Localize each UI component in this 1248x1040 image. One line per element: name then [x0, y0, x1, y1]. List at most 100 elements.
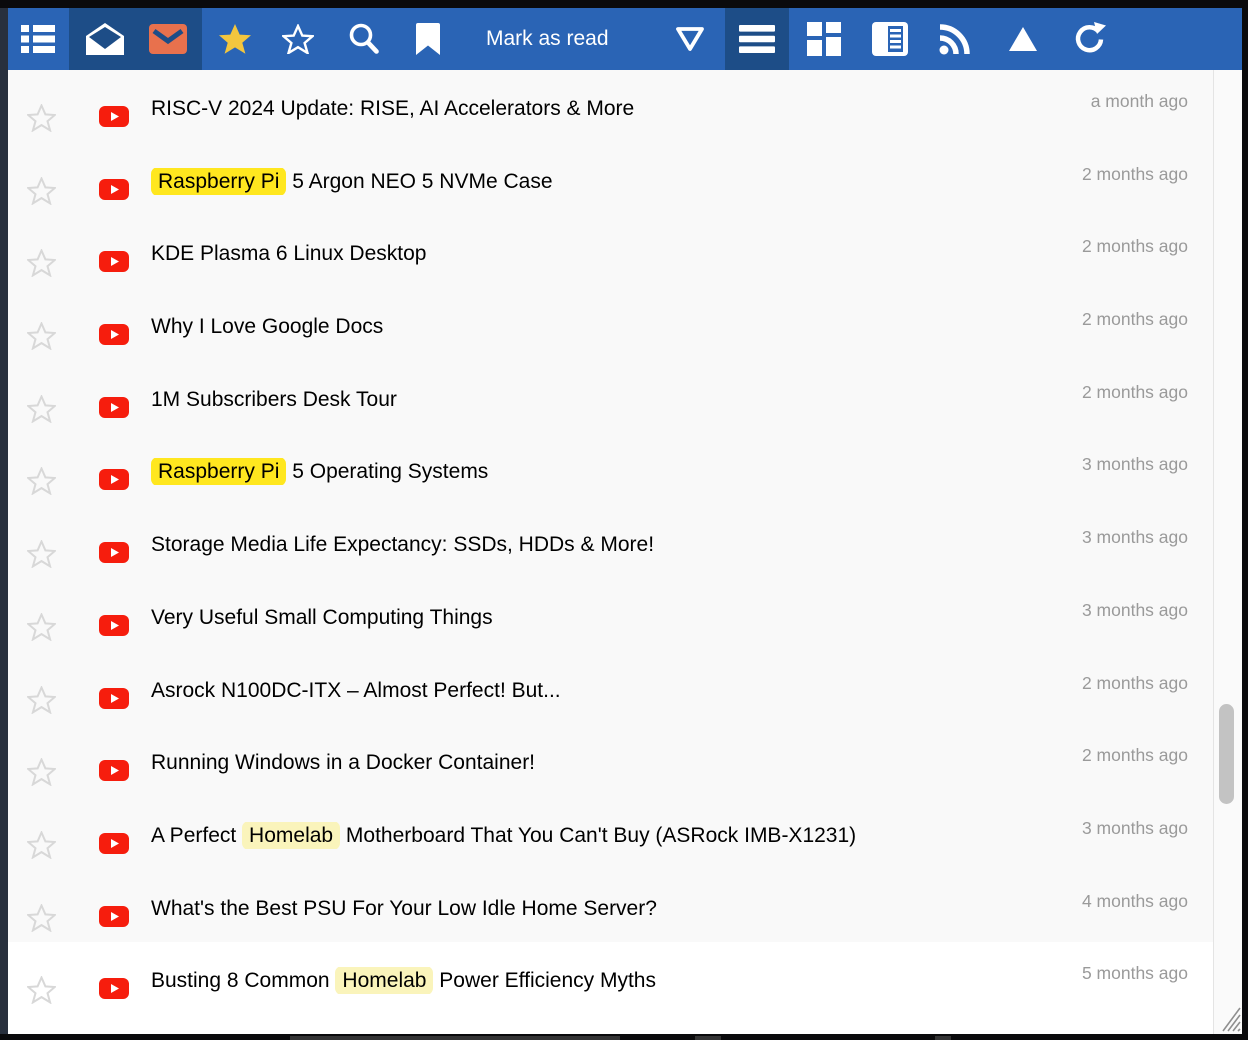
youtube-icon	[99, 615, 129, 636]
article-title: Running Windows in a Docker Container!	[151, 749, 535, 776]
row-star-icon[interactable]	[27, 104, 56, 132]
unread-list-button[interactable]	[18, 19, 58, 59]
menu-button[interactable]	[737, 19, 777, 59]
search-icon	[347, 22, 381, 56]
article-row[interactable]: Raspberry Pi 5 Operating Systems 3 month…	[8, 433, 1213, 506]
open-envelope-button[interactable]	[85, 19, 125, 59]
scrollbar-track[interactable]	[1213, 70, 1242, 1034]
youtube-icon	[99, 469, 129, 490]
row-star-icon[interactable]	[27, 976, 56, 1004]
filter-triangle-icon	[675, 26, 705, 53]
row-star-icon[interactable]	[27, 540, 56, 568]
article-time: 3 months ago	[1082, 600, 1188, 621]
youtube-icon	[99, 688, 129, 709]
scroll-up-button[interactable]	[1003, 19, 1043, 59]
article-time: 2 months ago	[1082, 382, 1188, 403]
article-row[interactable]: Raspberry Pi 5 Argon NEO 5 NVMe Case 2 m…	[8, 143, 1213, 216]
resize-grip[interactable]	[1216, 1002, 1242, 1032]
mark-as-read-button[interactable]: Mark as read	[486, 8, 609, 70]
article-time: 4 months ago	[1082, 891, 1188, 912]
article-title: Raspberry Pi 5 Operating Systems	[151, 458, 488, 485]
search-button[interactable]	[344, 19, 384, 59]
article-row[interactable]: KDE Plasma 6 Linux Desktop 2 months ago	[8, 215, 1213, 288]
star-toggle-button[interactable]	[278, 19, 318, 59]
article-title: 1M Subscribers Desk Tour	[151, 386, 397, 413]
row-star-icon[interactable]	[27, 249, 56, 277]
youtube-icon	[99, 106, 129, 127]
article-pane-icon	[872, 22, 908, 56]
article-row[interactable]: Why I Love Google Docs 2 months ago	[8, 288, 1213, 361]
youtube-icon	[99, 179, 129, 200]
article-time: a month ago	[1091, 91, 1188, 112]
article-row[interactable]: Running Windows in a Docker Container! 2…	[8, 724, 1213, 797]
layout-button[interactable]	[804, 19, 844, 59]
toolbar: Mark as read	[8, 8, 1242, 70]
window-border-bottom	[0, 1034, 1248, 1040]
row-star-icon[interactable]	[27, 613, 56, 641]
article-row[interactable]: What's the Best PSU For Your Low Idle Ho…	[8, 870, 1213, 943]
article-title: What's the Best PSU For Your Low Idle Ho…	[151, 895, 657, 922]
article-title: Asrock N100DC-ITX – Almost Perfect! But.…	[151, 677, 561, 704]
article-time: 2 months ago	[1082, 745, 1188, 766]
starred-filter-button[interactable]	[215, 19, 255, 59]
open-envelope-icon	[86, 23, 124, 55]
unread-list-icon	[21, 25, 55, 53]
row-star-icon[interactable]	[27, 467, 56, 495]
bookmark-button[interactable]	[408, 19, 448, 59]
clipped-next-row	[290, 1036, 620, 1040]
rss-button[interactable]	[935, 19, 975, 59]
layout-icon	[807, 22, 841, 56]
filter-dropdown-button[interactable]	[670, 19, 710, 59]
row-star-icon[interactable]	[27, 686, 56, 714]
article-time: 2 months ago	[1082, 309, 1188, 330]
article-row[interactable]: Storage Media Life Expectancy: SSDs, HDD…	[8, 506, 1213, 579]
article-row[interactable]: A Perfect Homelab Motherboard That You C…	[8, 797, 1213, 870]
youtube-icon	[99, 760, 129, 781]
article-row[interactable]: Busting 8 Common Homelab Power Efficienc…	[8, 942, 1213, 1034]
article-time: 3 months ago	[1082, 454, 1188, 475]
menu-icon	[739, 25, 775, 53]
article-pane-button[interactable]	[870, 19, 910, 59]
article-time: 2 months ago	[1082, 164, 1188, 185]
unread-envelope-icon	[149, 24, 187, 54]
unread-envelope-button[interactable]	[148, 19, 188, 59]
article-time: 5 months ago	[1082, 963, 1188, 984]
star-outline-icon	[282, 24, 314, 54]
article-title: A Perfect Homelab Motherboard That You C…	[151, 822, 856, 849]
row-star-icon[interactable]	[27, 395, 56, 423]
article-title: Busting 8 Common Homelab Power Efficienc…	[151, 967, 656, 994]
refresh-icon	[1073, 22, 1107, 56]
article-row[interactable]: Asrock N100DC-ITX – Almost Perfect! But.…	[8, 652, 1213, 725]
row-star-icon[interactable]	[27, 322, 56, 350]
scrollbar-thumb[interactable]	[1219, 704, 1234, 804]
bookmark-icon	[416, 23, 440, 55]
article-title: Why I Love Google Docs	[151, 313, 383, 340]
refresh-button[interactable]	[1070, 19, 1110, 59]
article-time: 3 months ago	[1082, 818, 1188, 839]
row-star-icon[interactable]	[27, 904, 56, 932]
youtube-icon	[99, 906, 129, 927]
row-star-icon[interactable]	[27, 831, 56, 859]
clipped-next-row	[695, 1036, 721, 1040]
youtube-icon	[99, 251, 129, 272]
window-border-top	[0, 0, 1248, 8]
youtube-icon	[99, 397, 129, 418]
window-border-left	[0, 8, 8, 1034]
article-row[interactable]: Very Useful Small Computing Things 3 mon…	[8, 579, 1213, 652]
article-title: Raspberry Pi 5 Argon NEO 5 NVMe Case	[151, 168, 553, 195]
article-time: 2 months ago	[1082, 236, 1188, 257]
article-row[interactable]: RISC-V 2024 Update: RISE, AI Accelerator…	[8, 70, 1213, 143]
article-time: 2 months ago	[1082, 673, 1188, 694]
starred-icon	[218, 23, 252, 55]
article-time: 3 months ago	[1082, 527, 1188, 548]
article-title: Storage Media Life Expectancy: SSDs, HDD…	[151, 531, 654, 558]
up-triangle-icon	[1007, 25, 1039, 53]
window-border-right	[1242, 8, 1248, 1034]
youtube-icon	[99, 542, 129, 563]
youtube-icon	[99, 978, 129, 999]
row-star-icon[interactable]	[27, 758, 56, 786]
clipped-next-row	[935, 1036, 951, 1040]
rss-icon	[938, 22, 972, 56]
row-star-icon[interactable]	[27, 177, 56, 205]
article-row[interactable]: 1M Subscribers Desk Tour 2 months ago	[8, 361, 1213, 434]
